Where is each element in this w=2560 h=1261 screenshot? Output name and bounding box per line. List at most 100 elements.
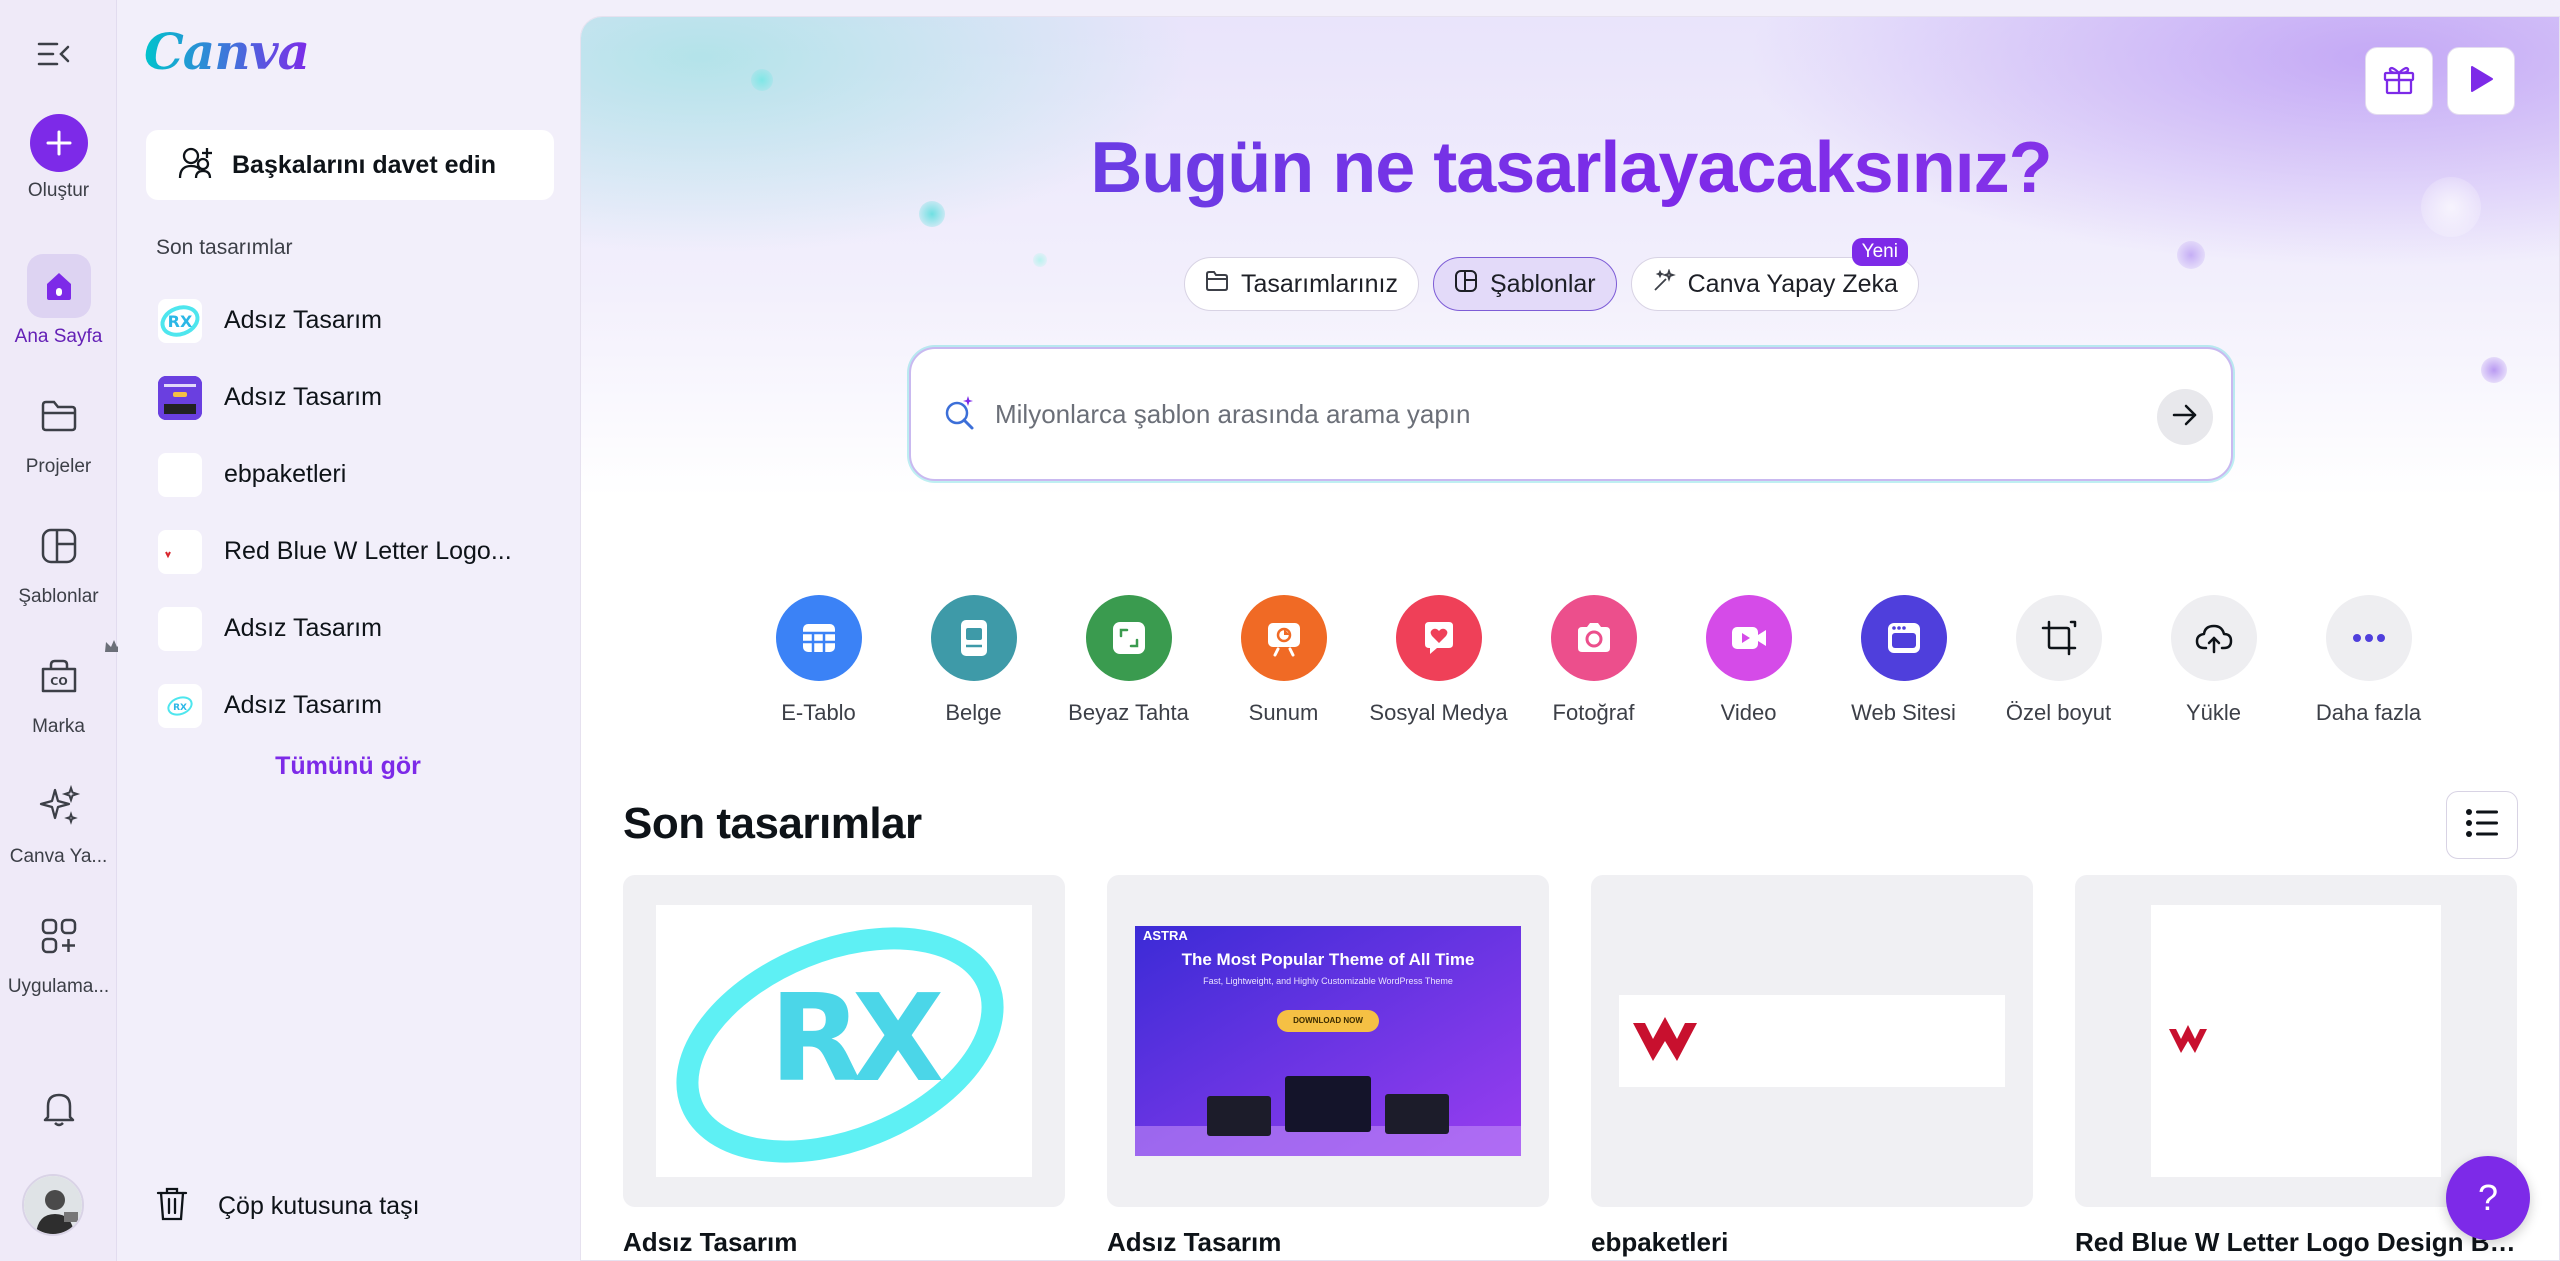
shortcut-upload[interactable]: Yükle <box>2136 595 2291 730</box>
add-people-icon <box>178 146 214 185</box>
chip-label: Canva Yapay Zeka <box>1687 269 1898 298</box>
search-bar <box>909 347 2233 481</box>
folder-icon <box>1205 270 1229 299</box>
recent-designs-label: Son tasarımlar <box>156 236 293 259</box>
design-card[interactable]: Adsız Tasarım <box>1107 875 1549 1258</box>
design-card-name: ebpaketleri <box>1591 1227 1729 1257</box>
search-input[interactable] <box>995 398 2231 430</box>
design-thumbnail: RX <box>623 875 1065 1207</box>
rail-item-label: Şablonlar <box>18 586 99 607</box>
design-thumbnail <box>1591 875 2033 1207</box>
shortcut-whiteboard[interactable]: Beyaz Tahta <box>1051 595 1206 730</box>
more-dots-icon <box>2325 595 2412 681</box>
shortcut-more[interactable]: Daha fazla <box>2291 595 2446 730</box>
design-thumbnail: RX <box>158 683 202 728</box>
main-content: Bugün ne tasarlayacaksınız? Tasarımların… <box>580 16 2560 1261</box>
rail-item-label: Uygulama... <box>7 976 110 997</box>
list-item[interactable]: Adsız Tasarım <box>146 359 566 436</box>
invite-button[interactable]: Başkalarını davet edin <box>146 130 554 200</box>
magic-search-icon <box>941 393 979 436</box>
page-title: Bugün ne tasarlayacaksınız? <box>581 127 2559 209</box>
tab-your-designs[interactable]: Tasarımlarınız <box>1184 257 1419 311</box>
design-type-shortcuts: E-Tablo Belge Beyaz Tahta Sunum Sosyal M… <box>741 595 2446 730</box>
gift-icon <box>2382 62 2416 101</box>
rail-item-label: Projeler <box>25 456 92 477</box>
list-item[interactable]: RX Adsız Tasarım <box>146 667 566 744</box>
list-item[interactable]: ebpaketleri <box>146 436 566 513</box>
rail-item-projects[interactable]: Projeler <box>0 384 117 478</box>
shortcut-presentation[interactable]: Sunum <box>1206 595 1361 730</box>
shortcut-label: Video <box>1720 700 1777 725</box>
list-item[interactable]: Red Blue W Letter Logo... <box>146 513 566 590</box>
trash-button[interactable]: Çöp kutusuna taşı <box>156 1186 420 1227</box>
create-button[interactable]: Oluştur <box>0 114 117 202</box>
recent-design-name: Adsız Tasarım <box>224 614 382 642</box>
list-item[interactable]: Adsız Tasarım <box>146 590 566 667</box>
left-rail: Oluştur Ana Sayfa Projeler Şablonlar CO … <box>0 0 123 1261</box>
shortcut-label: Web Sitesi <box>1851 700 1956 725</box>
rail-item-templates[interactable]: Şablonlar <box>0 514 117 608</box>
shortcut-social-media[interactable]: Sosyal Medya <box>1361 595 1516 730</box>
design-card[interactable]: ebpaketleri <box>1591 875 2033 1258</box>
design-card-name: Adsız Tasarım <box>1107 1227 1282 1257</box>
rail-item-canva-ai[interactable]: Canva Ya... <box>0 774 117 868</box>
collapse-menu-icon[interactable] <box>34 36 74 72</box>
notifications-button[interactable] <box>0 1076 117 1140</box>
rail-item-brand[interactable]: CO Marka <box>0 640 123 738</box>
trash-icon <box>156 1186 188 1227</box>
design-card[interactable]: RX Adsız Tasarım <box>623 875 1065 1258</box>
sparkle-decoration <box>2481 357 2507 383</box>
video-icon <box>1705 595 1792 681</box>
custom-size-icon <box>2015 595 2102 681</box>
help-button[interactable]: ? <box>2446 1156 2530 1240</box>
avatar[interactable] <box>22 1174 84 1236</box>
shortcut-label: Daha fazla <box>2315 700 2422 725</box>
design-thumbnail <box>158 606 202 651</box>
shortcut-video[interactable]: Video <box>1671 595 1826 730</box>
shortcut-label: Özel boyut <box>2005 700 2112 725</box>
shortcut-label: Sunum <box>1248 700 1319 725</box>
shortcut-photo[interactable]: Fotoğraf <box>1516 595 1671 730</box>
recent-designs-grid: RX Adsız Tasarım Adsız Tasarım ebpaketle… <box>623 875 2517 1258</box>
design-thumbnail: RX <box>158 298 202 343</box>
search-submit-button[interactable] <box>2157 389 2213 445</box>
recent-design-name: Adsız Tasarım <box>224 691 382 719</box>
design-thumbnail <box>158 375 202 420</box>
website-icon <box>1860 595 1947 681</box>
play-button[interactable] <box>2447 47 2515 115</box>
svg-text:RX: RX <box>173 703 187 713</box>
recent-design-name: Adsız Tasarım <box>224 306 382 334</box>
document-icon <box>930 595 1017 681</box>
rail-item-label: Canva Ya... <box>9 846 108 867</box>
list-view-toggle[interactable] <box>2446 791 2518 859</box>
shortcut-label: Beyaz Tahta <box>1068 700 1189 725</box>
rail-item-label: Marka <box>32 716 85 737</box>
tab-canva-ai[interactable]: Canva Yapay Zeka Yeni <box>1630 238 1919 311</box>
chip-label: Tasarımlarınız <box>1241 269 1398 298</box>
shortcut-label: Sosyal Medya <box>1369 700 1508 725</box>
search-mode-chips: Tasarımlarınız Şablonlar Canva Yapay Zek… <box>1184 238 1919 311</box>
presentation-icon <box>1240 595 1327 681</box>
shortcut-label: E-Tablo <box>781 700 856 725</box>
shortcut-document[interactable]: Belge <box>896 595 1051 730</box>
magic-sparkle-icon <box>1652 267 1676 300</box>
shortcut-spreadsheet[interactable]: E-Tablo <box>741 595 896 730</box>
rail-item-home[interactable]: Ana Sayfa <box>0 254 117 348</box>
rail-item-apps[interactable]: Uygulama... <box>0 904 117 998</box>
canva-logo[interactable]: Canva <box>144 22 310 81</box>
shortcut-website[interactable]: Web Sitesi <box>1826 595 1981 730</box>
side-panel: Canva Başkalarını davet edin Son tasarım… <box>118 0 578 1261</box>
whiteboard-icon <box>1085 595 1172 681</box>
gift-button[interactable] <box>2365 47 2433 115</box>
tab-templates[interactable]: Şablonlar <box>1432 257 1617 311</box>
see-all-link[interactable]: Tümünü gör <box>118 752 578 781</box>
plus-icon <box>29 114 88 172</box>
templates-icon <box>1454 269 1478 300</box>
recent-design-name: Red Blue W Letter Logo... <box>224 537 512 565</box>
bell-icon <box>27 1076 91 1140</box>
new-badge: Yeni <box>1851 238 1908 266</box>
svg-text:RX: RX <box>770 970 943 1109</box>
list-item[interactable]: RX Adsız Tasarım <box>146 282 566 359</box>
shortcut-custom-size[interactable]: Özel boyut <box>1981 595 2136 730</box>
svg-text:RX: RX <box>168 312 193 331</box>
